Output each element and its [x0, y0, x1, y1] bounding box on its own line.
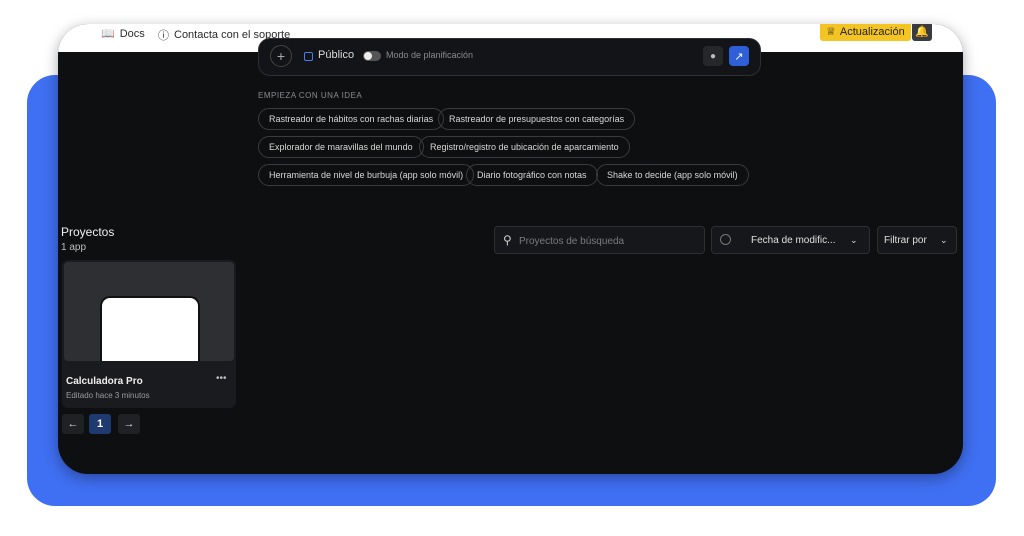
prompt-box: + Público Modo de planificación ● ↗	[258, 38, 761, 76]
planning-mode-toggle[interactable]	[363, 51, 381, 61]
public-label[interactable]: Público	[318, 49, 354, 61]
microphone-button[interactable]: ●	[703, 46, 723, 66]
projects-title: Proyectos	[61, 225, 115, 239]
send-button[interactable]: ↗	[729, 46, 749, 66]
sort-label: Fecha de modific...	[751, 235, 836, 246]
projects-count: 1 app	[61, 242, 87, 253]
idea-chip[interactable]: Rastreador de hábitos con rachas diarias	[258, 108, 445, 130]
filter-label: Filtrar por	[884, 235, 927, 246]
project-card[interactable]: Calculadora Pro Editado hace 3 minutos •…	[62, 260, 236, 408]
clock-icon	[720, 234, 731, 245]
app-window: 📖 Docs ⓘ Contacta con el soporte ♕ Actua…	[58, 24, 963, 474]
project-thumbnail	[64, 262, 234, 361]
upgrade-button[interactable]: ♕ Actualización	[820, 24, 911, 41]
search-input[interactable]	[519, 231, 699, 251]
idea-chip[interactable]: Diario fotográfico con notas	[466, 164, 598, 186]
idea-chip[interactable]: Explorador de maravillas del mundo	[258, 136, 424, 158]
help-icon: ⓘ	[158, 30, 169, 42]
public-icon	[304, 52, 313, 61]
crown-icon: ♕	[826, 26, 836, 38]
upgrade-label: Actualización	[839, 25, 905, 38]
chevron-down-icon: ⌄	[940, 235, 948, 245]
page-number-button[interactable]: 1	[89, 414, 111, 434]
search-icon: ⚲	[503, 233, 512, 247]
project-edited-time: Editado hace 3 minutos	[66, 391, 150, 400]
filter-dropdown[interactable]: Filtrar por ⌄	[877, 226, 957, 254]
ideas-title: EMPIEZA CON UNA IDEA	[258, 91, 363, 100]
book-icon: 📖	[101, 28, 115, 40]
more-icon[interactable]: •••	[216, 373, 227, 384]
add-attachment-button[interactable]: +	[270, 45, 292, 67]
idea-chip[interactable]: Shake to decide (app solo móvil)	[596, 164, 749, 186]
next-page-button[interactable]: →	[118, 414, 140, 434]
project-name: Calculadora Pro	[66, 376, 143, 387]
sort-dropdown[interactable]: Fecha de modific... ⌄	[711, 226, 870, 254]
docs-link[interactable]: 📖 Docs	[101, 27, 145, 41]
search-box: ⚲	[494, 226, 705, 254]
phone-preview	[100, 296, 200, 361]
planning-mode-label: Modo de planificación	[386, 50, 474, 60]
prev-page-button[interactable]: ←	[62, 414, 84, 434]
idea-chip[interactable]: Rastreador de presupuestos con categoría…	[438, 108, 636, 130]
idea-chip[interactable]: Registro/registro de ubicación de aparca…	[419, 136, 630, 158]
bell-icon[interactable]: 🔔	[912, 24, 932, 41]
chevron-down-icon: ⌄	[850, 235, 858, 245]
idea-chip[interactable]: Herramienta de nivel de burbuja (app sol…	[258, 164, 475, 186]
docs-label: Docs	[119, 27, 145, 40]
